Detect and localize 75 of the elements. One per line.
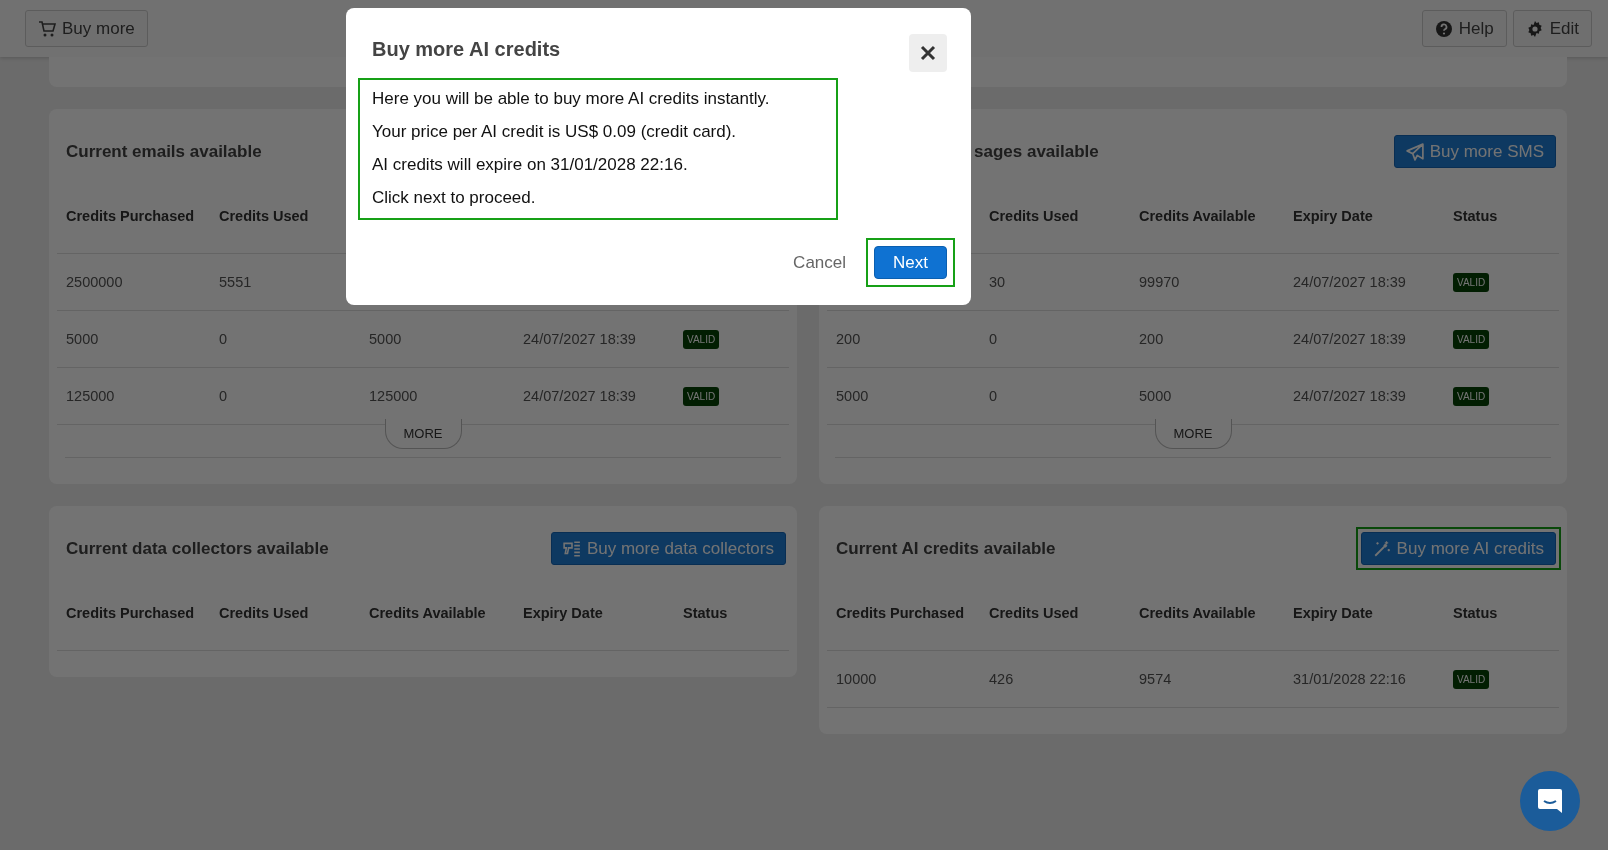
more-button[interactable]: MORE	[1154, 419, 1232, 449]
status-badge: VALID	[683, 329, 720, 349]
message-text: Here you will be able to buy more AI credits instantly.	[372, 88, 771, 110]
table-cell-text: 5551	[219, 274, 253, 290]
column-header: Status	[683, 605, 729, 621]
cancel-button[interactable]: Cancel	[787, 251, 853, 274]
table-cell-text: 24/07/2027 18:39	[1293, 388, 1407, 404]
column-header: Expiry Date	[523, 605, 604, 621]
help-icon	[1434, 19, 1453, 38]
table-cell-text: 0	[989, 388, 999, 404]
status-badge: VALID	[1453, 329, 1490, 349]
table-cell-text: 24/07/2027 18:39	[1293, 274, 1407, 290]
table-cell-text: 0	[989, 331, 999, 347]
column-header: Expiry Date	[1293, 605, 1374, 621]
table-cell-text: 125000	[66, 388, 116, 404]
status-badge: VALID	[1453, 386, 1490, 406]
column-header: Credits Used	[219, 605, 310, 621]
table-cell-text: 426	[989, 671, 1015, 687]
table-cell-text: 0	[219, 331, 229, 347]
buy-more-button[interactable]: Buy more SMS	[1393, 135, 1556, 168]
card-title: Current emails available	[66, 142, 262, 162]
paper-plane-icon	[1405, 142, 1424, 161]
close-button[interactable]	[909, 34, 947, 72]
column-header: Status	[1453, 605, 1499, 621]
status-badge: VALID	[1453, 272, 1490, 292]
buy-more-button[interactable]: Buy more AI credits	[1360, 532, 1556, 565]
close-icon	[920, 45, 936, 61]
help-button[interactable]: Help	[1421, 10, 1507, 47]
more-button[interactable]: MORE	[384, 419, 462, 449]
table-cell-text: 24/07/2027 18:39	[523, 331, 637, 347]
card-title: sages available	[974, 142, 1099, 162]
edit-button[interactable]: Edit	[1512, 10, 1592, 47]
next-button[interactable]: Next	[874, 246, 947, 279]
buy-more-button[interactable]: Buy more	[25, 10, 148, 47]
column-header: Credits Used	[989, 208, 1080, 224]
table-cell-text: 0	[219, 388, 229, 404]
column-header: Credits Purchased	[836, 605, 966, 621]
table-cell-text: 9574	[1139, 671, 1173, 687]
table-cell-text: 5000	[66, 331, 100, 347]
chat-icon	[1536, 787, 1564, 815]
magic-wand-icon	[1372, 539, 1391, 558]
status-badge: VALID	[683, 386, 720, 406]
table-cell-text: 24/07/2027 18:39	[1293, 331, 1407, 347]
column-header: Expiry Date	[1293, 208, 1374, 224]
table-cell-text: 125000	[369, 388, 419, 404]
table-cell-text: 31/01/2028 22:16	[1293, 671, 1407, 687]
status-badge: VALID	[1453, 669, 1490, 689]
table-cell-text: 5000	[369, 331, 403, 347]
buy-more-button[interactable]: Buy more data collectors	[550, 532, 786, 565]
column-header: Credits Used	[219, 208, 310, 224]
chat-button[interactable]	[1520, 771, 1580, 831]
table-cell-text: 200	[836, 331, 862, 347]
column-header: Credits Purchased	[66, 208, 196, 224]
table-cell-text: 5000	[836, 388, 870, 404]
column-header: Credits Used	[989, 605, 1080, 621]
card-title: Current AI credits available	[836, 539, 1056, 559]
table-cell-text: 10000	[836, 671, 878, 687]
column-header: Credits Purchased	[66, 605, 196, 621]
column-header: Credits Available	[369, 605, 487, 621]
column-header: Credits Available	[1139, 208, 1257, 224]
table-cell-text: 24/07/2027 18:39	[523, 388, 637, 404]
column-header: Status	[1453, 208, 1499, 224]
card-title: Current data collectors available	[66, 539, 329, 559]
scanner-icon	[562, 539, 581, 558]
dialog-title: Buy more AI credits	[372, 38, 561, 61]
table-cell-text: 2500000	[66, 274, 124, 290]
table-cell-text: 99970	[1139, 274, 1181, 290]
message-text: AI credits will expire on 31/01/2028 22:16.	[372, 154, 689, 176]
table-cell-text: 5000	[1139, 388, 1173, 404]
cart-icon	[38, 19, 56, 38]
column-header: Credits Available	[1139, 605, 1257, 621]
table-cell-text: 30	[989, 274, 1007, 290]
message-text: Click next to proceed.	[372, 187, 537, 209]
table-cell-text: 200	[1139, 331, 1165, 347]
message-text: Your price per AI credit is US$ 0.09 (credit card).	[372, 121, 738, 143]
